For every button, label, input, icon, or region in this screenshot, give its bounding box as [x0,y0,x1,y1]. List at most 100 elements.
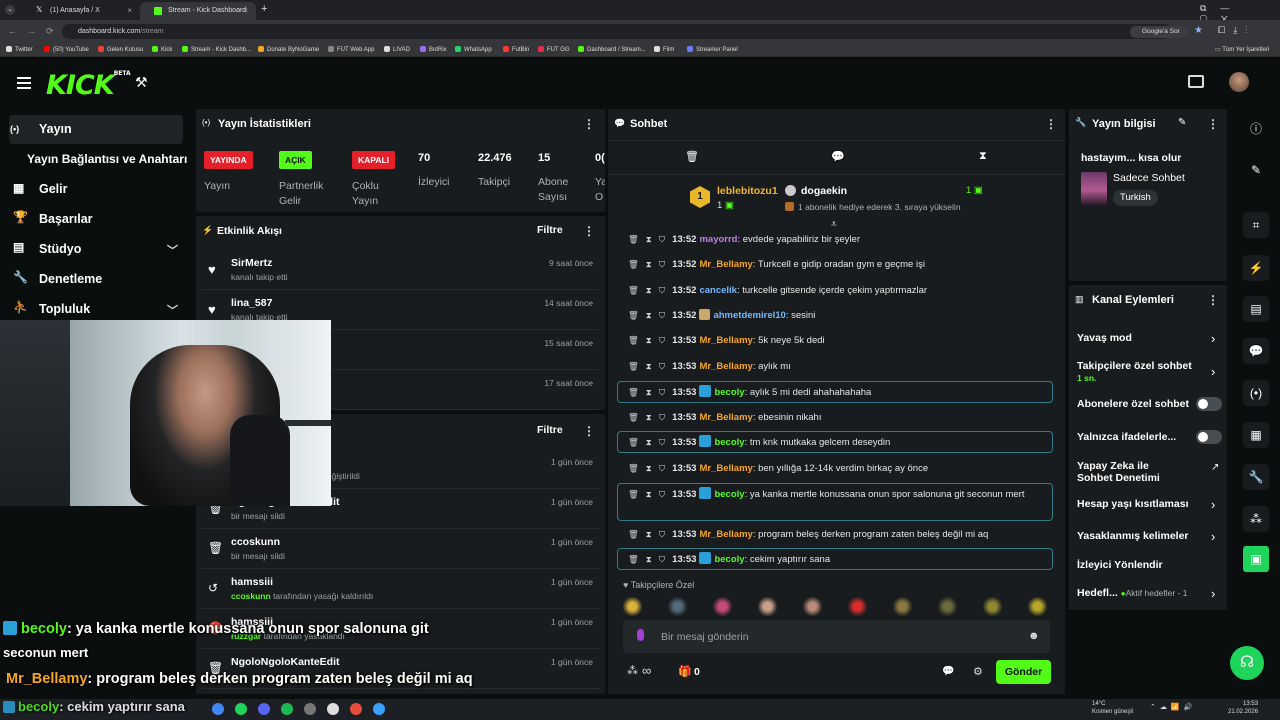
timeout-hourglass-icon[interactable]: ⧗ [646,409,652,425]
recipient-name[interactable]: dogaekin [801,185,847,197]
toggle-switch[interactable] [1196,397,1222,411]
emote-item[interactable] [893,597,912,616]
ban-shield-icon[interactable]: ⛉ [659,358,665,374]
ban-shield-icon[interactable]: ⛉ [659,526,665,542]
hourglass-icon[interactable]: ⧗ [979,150,987,163]
chat-bubble-icon[interactable]: 💬 [1243,338,1269,364]
sidebar-item-denetleme[interactable]: 🔧 Denetleme [0,265,192,293]
delete-message-icon[interactable]: 🗑 [628,231,639,247]
hammer-icon[interactable]: ⚒ [135,74,148,91]
more-options-icon[interactable]: ⋮ [583,424,595,438]
gift-points-icon[interactable]: 🎁 [678,665,692,678]
emote-item[interactable] [983,597,1002,616]
search-engine-chip[interactable]: Google'a Sor [1130,26,1188,38]
delete-message-icon[interactable]: 🗑 [628,384,639,400]
sidebar-item-gelir[interactable]: ▦ Gelir [0,175,192,203]
delete-message-icon[interactable]: 🗑 [628,256,639,272]
cashier-icon[interactable] [1188,75,1204,88]
chat-message[interactable]: 🗑 ⧗ ⛉ 13:53 becoly: ya kanka mertle konussan… [617,483,1053,521]
chevron-right-icon[interactable]: › [1211,497,1215,512]
bookmark-item[interactable]: Streamer Panel [687,46,738,53]
chevron-right-icon[interactable]: › [1211,364,1215,379]
emote-item[interactable] [758,597,777,616]
weather-widget[interactable]: 14°C Kısmen güneşli [1092,700,1133,716]
sidebar-item-topluluk[interactable]: ⛹ Topluluk ﹀ [0,295,192,323]
channel-action-item[interactable]: Yavaş mod [1077,332,1222,344]
ban-shield-icon[interactable]: ⛉ [659,231,665,247]
close-icon[interactable]: × [127,6,132,15]
external-link-icon[interactable]: ↗ [1211,462,1219,473]
bookmark-item[interactable]: LIVAD [384,46,410,53]
url-field[interactable]: dashboard.kick.com/stream [62,24,1172,39]
bookmark-item[interactable]: (50) YouTube [44,46,89,53]
ban-shield-icon[interactable]: ⛉ [659,460,665,476]
send-button[interactable]: Gönder [996,660,1051,684]
nodes-icon[interactable]: ⁂ [1243,506,1269,532]
bookmark-item[interactable]: FUT Web App [328,46,374,53]
ban-shield-icon[interactable]: ⛉ [659,282,665,298]
delete-message-icon[interactable]: 🗑 [628,358,639,374]
mic-icon[interactable] [637,629,644,641]
ban-shield-icon[interactable]: ⛉ [659,256,665,272]
ban-shield-icon[interactable]: ⛉ [659,384,665,400]
broadcast-icon[interactable]: (•) [1243,380,1269,406]
emote-item[interactable] [938,597,957,616]
toggle-switch[interactable] [1196,430,1222,444]
ban-shield-icon[interactable]: ⛉ [659,434,665,450]
system-tray-icons[interactable]: ⌃☁📶🔊 [1150,703,1196,711]
info-icon[interactable]: ⓘ [1243,115,1269,141]
sidebar-item-basarilar[interactable]: 🏆 Başarılar [0,205,192,233]
kick-logo[interactable]: KICKBETA [46,70,131,101]
browser-tab-x[interactable]: 𝕏 (1) Anasayfa / X × [22,2,140,20]
app-taskbar-icon[interactable] [373,703,385,715]
delete-message-icon[interactable]: 🗑 [628,460,639,476]
chevron-right-icon[interactable]: › [1211,586,1215,601]
channel-action-item[interactable]: Hedefl... ●Aktif hedefler - 1 [1077,587,1222,600]
nav-buttons[interactable]: ←→⟳ [8,26,64,37]
bookmark-item[interactable]: FutBin [503,46,529,53]
edit-pencil-icon[interactable]: ✎ [1243,157,1269,183]
delete-message-icon[interactable]: 🗑 [628,332,639,348]
timeout-hourglass-icon[interactable]: ⧗ [646,282,652,298]
bookmark-item[interactable]: Twitter [6,46,33,53]
close-icon[interactable]: × [243,6,248,15]
emote-item[interactable] [803,597,822,616]
tab-menu-icon[interactable]: ⌄ [5,5,15,15]
activity-event-row[interactable]: ♥ SirMertz kanalı takip etti 9 saat önce [202,250,599,290]
document-icon[interactable]: ▤ [1243,296,1269,322]
bookmark-star-icon[interactable]: ★ [1194,25,1203,36]
bookmark-item[interactable]: Gelen Kutusu [98,46,143,53]
ban-shield-icon[interactable]: ⛉ [659,409,665,425]
bookmark-item[interactable]: FUT GG [538,46,570,53]
timeout-hourglass-icon[interactable]: ⧗ [646,307,652,323]
spotify-taskbar-icon[interactable] [281,703,293,715]
new-tab-button[interactable]: + [261,3,267,15]
modlog-event-row[interactable]: ↺ hamssiii ccoskunn tarafından yasağı kald… [202,569,599,609]
timeout-hourglass-icon[interactable]: ⧗ [646,434,652,450]
delete-message-icon[interactable]: 🗑 [628,551,639,567]
timeout-hourglass-icon[interactable]: ⧗ [646,256,652,272]
delete-message-icon[interactable]: 🗑 [628,434,639,450]
modlog-event-row[interactable]: 🗑 ccoskunn bir mesajı sildi 1 gün önce [202,529,599,569]
activity-filter-button[interactable]: Filtre [537,224,563,236]
emote-item[interactable] [848,597,867,616]
language-tag[interactable]: Turkish [1113,190,1158,206]
chat-message[interactable]: 🗑 ⧗ ⛉ 13:53 Mr_Bellamy: program beleş derken… [617,526,1053,544]
emote-item[interactable] [713,597,732,616]
settings-gear-icon[interactable]: ⚙ [973,665,983,678]
timeout-hourglass-icon[interactable]: ⧗ [646,231,652,247]
channel-action-item[interactable]: Yasaklanmış kelimeler [1077,530,1222,542]
timeout-hourglass-icon[interactable]: ⧗ [646,486,652,502]
ban-shield-icon[interactable]: ⛉ [659,551,665,567]
clock[interactable]: 13:53 21.02.2026 [1228,700,1258,716]
delete-message-icon[interactable]: 🗑 [628,307,639,323]
chat-message[interactable]: 🗑 ⧗ ⛉ 13:53 Mr_Bellamy: ben yıllığa 12-14k v… [617,460,1053,478]
chat-input-placeholder[interactable]: Bir mesaj gönderin [661,631,749,643]
more-options-icon[interactable]: ⋮ [1207,293,1219,307]
chevron-right-icon[interactable]: › [1211,331,1215,346]
chat-rules-icon[interactable]: 💬 [942,666,954,677]
chat-message[interactable]: 🗑 ⧗ ⛉ 13:52 mayorrd: evdede yapabiliriz bir … [617,231,1053,249]
ban-shield-icon[interactable]: ⛉ [659,486,665,502]
layout-icon[interactable]: ▦ [1243,422,1269,448]
hamburger-menu-icon[interactable] [17,77,31,89]
